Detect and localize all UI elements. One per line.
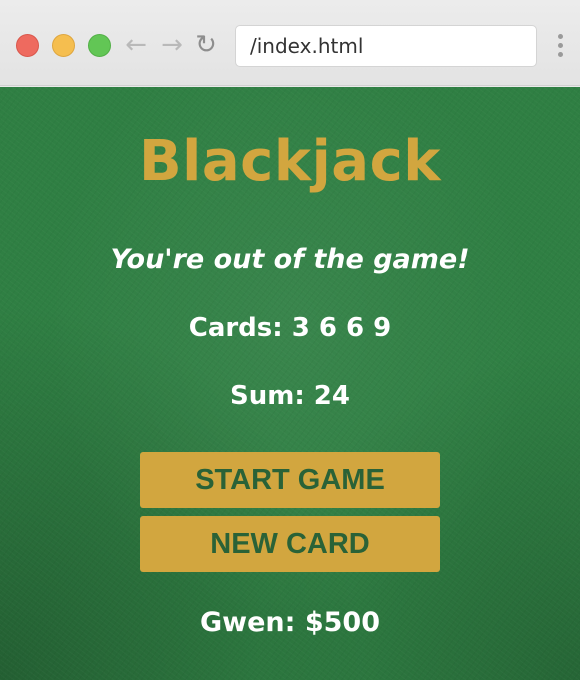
start-game-button[interactable]: START GAME [140, 452, 440, 508]
cards-display: Cards: 3 6 6 9 [188, 313, 392, 343]
page-title: Blackjack [138, 129, 442, 194]
arrow-right-icon[interactable]: → [158, 30, 186, 60]
player-info: Gwen: $500 [200, 607, 380, 638]
browser-toolbar: ← → ↻ /index.html [0, 0, 580, 86]
reload-icon[interactable]: ↻ [192, 30, 220, 60]
minimize-window-button[interactable] [52, 34, 75, 57]
new-card-button[interactable]: NEW CARD [140, 516, 440, 572]
vertical-dots-icon[interactable] [556, 34, 564, 60]
close-window-button[interactable] [16, 34, 39, 57]
game-table: Blackjack You're out of the game! Cards:… [0, 87, 580, 680]
address-bar[interactable]: /index.html [235, 25, 537, 67]
sum-display: Sum: 24 [230, 381, 350, 411]
maximize-window-button[interactable] [88, 34, 111, 57]
game-message: You're out of the game! [110, 244, 470, 275]
arrow-left-icon[interactable]: ← [122, 30, 150, 60]
